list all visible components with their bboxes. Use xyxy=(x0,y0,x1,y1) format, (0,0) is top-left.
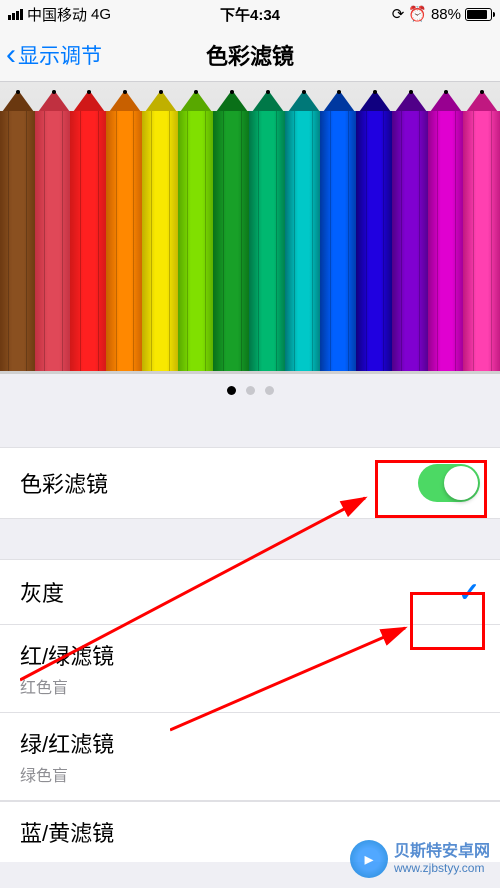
watermark-text: 贝斯特安卓网 www.zjbstyy.com xyxy=(394,842,490,876)
pencil xyxy=(142,90,180,374)
pencil xyxy=(320,90,358,374)
status-bar: 中国移动 4G 下午4:34 ⟳ ⏰ 88% xyxy=(0,0,500,28)
color-filter-label: 色彩滤镜 xyxy=(20,467,108,499)
nav-bar: ‹ 显示调节 色彩滤镜 xyxy=(0,28,500,82)
pencil xyxy=(70,90,108,374)
watermark: ▸ 贝斯特安卓网 www.zjbstyy.com xyxy=(350,840,490,878)
status-right: ⟳ ⏰ 88% xyxy=(392,5,492,23)
pencil xyxy=(392,90,430,374)
status-time: 下午4:34 xyxy=(220,4,280,25)
color-filter-toggle-cell: 色彩滤镜 xyxy=(0,447,500,519)
option-grayscale[interactable]: 灰度 ✓ xyxy=(0,559,500,625)
pencil xyxy=(213,90,251,374)
pencil xyxy=(249,90,287,374)
option-label: 红/绿滤镜 xyxy=(20,639,480,671)
pencil xyxy=(428,90,466,374)
battery-icon xyxy=(465,8,492,21)
battery-pct: 88% xyxy=(431,6,461,23)
filter-options-list: 灰度 ✓ 红/绿滤镜 红色盲 绿/红滤镜 绿色盲 蓝/黄滤镜 xyxy=(0,559,500,862)
page-dot-2[interactable] xyxy=(246,386,255,395)
page-dot-1[interactable] xyxy=(227,386,236,395)
option-red-green[interactable]: 红/绿滤镜 红色盲 xyxy=(0,625,500,713)
color-pencils-preview[interactable] xyxy=(0,82,500,374)
watermark-url: www.zjbstyy.com xyxy=(394,861,490,875)
check-icon: ✓ xyxy=(458,577,480,608)
network-label: 4G xyxy=(91,6,111,23)
pencil xyxy=(106,90,144,374)
pencil xyxy=(285,90,323,374)
pencil xyxy=(35,90,73,374)
pencil xyxy=(356,90,394,374)
switch-knob xyxy=(444,466,478,500)
chevron-left-icon: ‹ xyxy=(6,38,16,72)
carrier-label: 中国移动 xyxy=(27,4,87,25)
watermark-title: 贝斯特安卓网 xyxy=(394,842,490,861)
alarm-icon: ⏰ xyxy=(408,5,427,23)
status-left: 中国移动 4G xyxy=(8,4,111,25)
watermark-logo-icon: ▸ xyxy=(350,840,388,878)
page-indicator[interactable] xyxy=(0,374,500,407)
page-title: 色彩滤镜 xyxy=(206,39,294,71)
color-filter-switch[interactable] xyxy=(418,464,480,502)
option-sub: 红色盲 xyxy=(20,674,480,698)
signal-icon xyxy=(8,9,23,20)
option-label: 灰度 xyxy=(20,576,64,608)
option-label: 绿/红滤镜 xyxy=(20,727,480,759)
back-button[interactable]: ‹ 显示调节 xyxy=(0,38,102,72)
option-sub: 绿色盲 xyxy=(20,762,480,786)
back-label: 显示调节 xyxy=(18,40,102,70)
pencil xyxy=(463,90,500,374)
pencil xyxy=(178,90,216,374)
page-dot-3[interactable] xyxy=(265,386,274,395)
option-green-red[interactable]: 绿/红滤镜 绿色盲 xyxy=(0,713,500,801)
lock-icon: ⟳ xyxy=(392,5,405,23)
pencil xyxy=(0,90,37,374)
